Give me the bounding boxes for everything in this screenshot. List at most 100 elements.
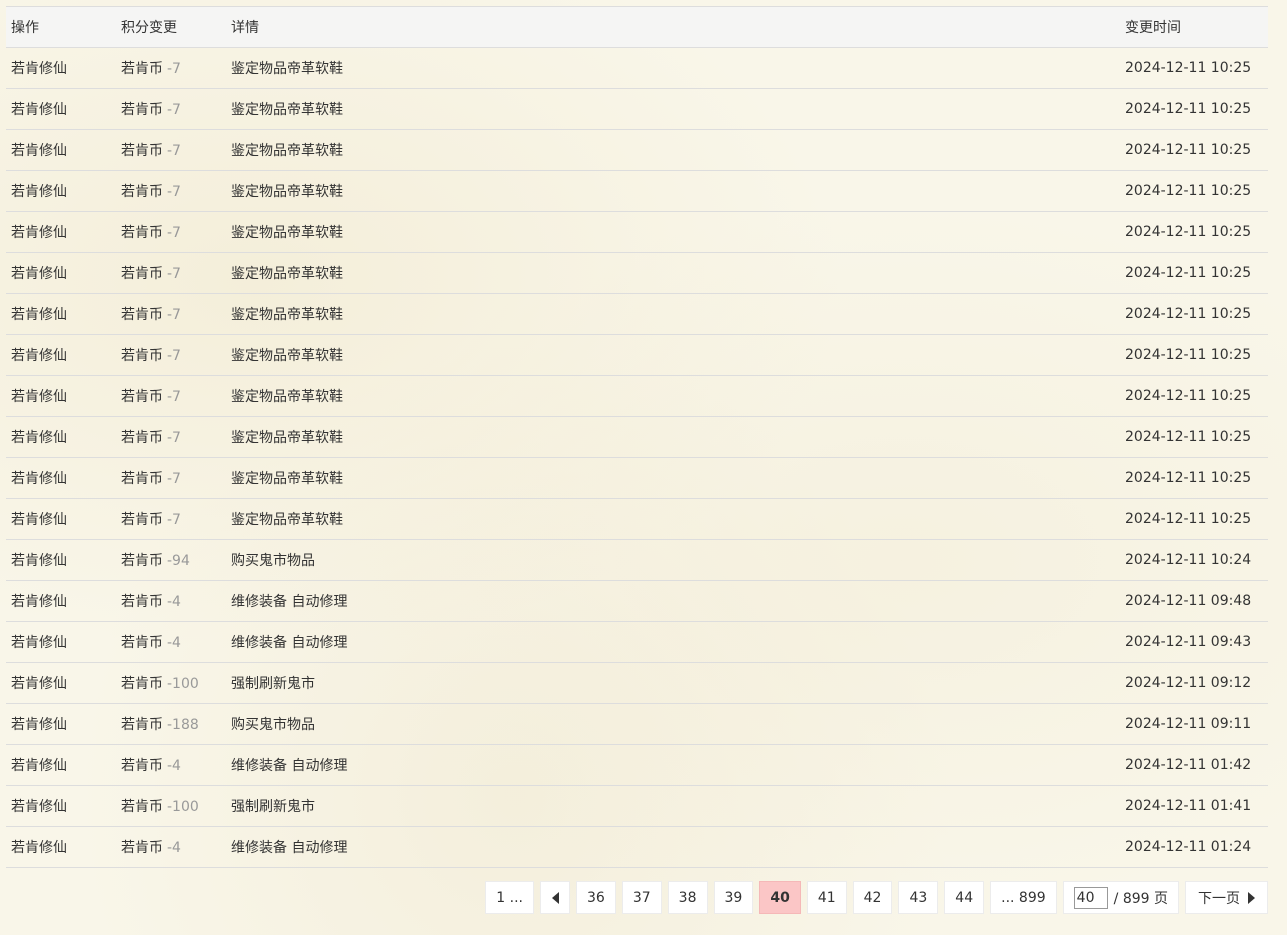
currency-name: 若肯币: [121, 717, 163, 733]
cell-points-change: 若肯币 -94: [116, 539, 226, 581]
currency-name: 若肯币: [121, 184, 163, 200]
cell-change-time: 2024-12-11 10:25: [1120, 375, 1268, 417]
cell-change-time: 2024-12-11 09:12: [1120, 662, 1268, 704]
page-number-button[interactable]: 38: [667, 881, 708, 914]
cell-points-change: 若肯币 -4: [116, 621, 226, 663]
currency-name: 若肯币: [121, 389, 163, 405]
page-first-button[interactable]: 1 ...: [485, 881, 535, 914]
cell-action: 若肯修仙: [6, 580, 116, 622]
cell-change-time: 2024-12-11 10:25: [1120, 252, 1268, 294]
cell-change-time: 2024-12-11 10:25: [1120, 211, 1268, 253]
table-row: 若肯修仙 若肯币 -100 强制刷新鬼市 2024-12-11 09:12: [6, 662, 1268, 704]
cell-detail: 鉴定物品帝革软鞋: [226, 129, 1120, 171]
table-row: 若肯修仙 若肯币 -7 鉴定物品帝革软鞋 2024-12-11 10:25: [6, 170, 1268, 212]
currency-name: 若肯币: [121, 840, 163, 856]
cell-action: 若肯修仙: [6, 375, 116, 417]
cell-points-change: 若肯币 -100: [116, 785, 226, 827]
cell-detail: 购买鬼市物品: [226, 703, 1120, 745]
cell-action: 若肯修仙: [6, 498, 116, 540]
cell-points-change: 若肯币 -7: [116, 375, 226, 417]
cell-points-change: 若肯币 -188: [116, 703, 226, 745]
cell-detail: 鉴定物品帝革软鞋: [226, 211, 1120, 253]
header-points-change: 积分变更: [116, 7, 226, 48]
cell-action: 若肯修仙: [6, 252, 116, 294]
cell-change-time: 2024-12-11 10:25: [1120, 47, 1268, 89]
page-jump-input[interactable]: [1073, 886, 1108, 909]
cell-action: 若肯修仙: [6, 211, 116, 253]
cell-action: 若肯修仙: [6, 457, 116, 499]
cell-points-change: 若肯币 -7: [116, 252, 226, 294]
points-delta: -4: [167, 594, 181, 610]
page-number-button[interactable]: 37: [621, 881, 662, 914]
page-number-button[interactable]: 41: [806, 881, 847, 914]
cell-change-time: 2024-12-11 09:11: [1120, 703, 1268, 745]
page-prev-button[interactable]: [540, 881, 571, 914]
table-row: 若肯修仙 若肯币 -94 购买鬼市物品 2024-12-11 10:24: [6, 539, 1268, 581]
currency-name: 若肯币: [121, 676, 163, 692]
header-action: 操作: [6, 7, 116, 48]
cell-detail: 鉴定物品帝革软鞋: [226, 457, 1120, 499]
table-row: 若肯修仙 若肯币 -7 鉴定物品帝革软鞋 2024-12-11 10:25: [6, 293, 1268, 335]
points-delta: -7: [167, 348, 181, 364]
cell-detail: 维修装备 自动修理: [226, 826, 1120, 868]
currency-name: 若肯币: [121, 471, 163, 487]
triangle-left-icon: [551, 891, 559, 904]
cell-points-change: 若肯币 -7: [116, 498, 226, 540]
header-detail: 详情: [226, 7, 1120, 48]
cell-points-change: 若肯币 -7: [116, 457, 226, 499]
page-next-button[interactable]: 下一页: [1185, 881, 1268, 914]
points-delta: -7: [167, 184, 181, 200]
cell-points-change: 若肯币 -7: [116, 211, 226, 253]
page-number-button[interactable]: 42: [852, 881, 893, 914]
currency-name: 若肯币: [121, 348, 163, 364]
pagination: 1 ... 363738394041424344 ... 899 / 899 页…: [485, 881, 1268, 914]
currency-name: 若肯币: [121, 61, 163, 77]
currency-name: 若肯币: [121, 225, 163, 241]
currency-name: 若肯币: [121, 430, 163, 446]
table-row: 若肯修仙 若肯币 -7 鉴定物品帝革软鞋 2024-12-11 10:25: [6, 252, 1268, 294]
page-number-button[interactable]: 36: [576, 881, 616, 914]
cell-points-change: 若肯币 -7: [116, 170, 226, 212]
points-delta: -94: [167, 553, 190, 569]
cell-change-time: 2024-12-11 10:25: [1120, 170, 1268, 212]
table-row: 若肯修仙 若肯币 -4 维修装备 自动修理 2024-12-11 09:43: [6, 621, 1268, 663]
cell-detail: 购买鬼市物品: [226, 539, 1120, 581]
page-number-button[interactable]: 44: [944, 881, 985, 914]
cell-action: 若肯修仙: [6, 744, 116, 786]
cell-action: 若肯修仙: [6, 293, 116, 335]
points-delta: -7: [167, 471, 181, 487]
cell-change-time: 2024-12-11 10:24: [1120, 539, 1268, 581]
page-jump-box: / 899 页: [1062, 881, 1179, 914]
cell-change-time: 2024-12-11 10:25: [1120, 129, 1268, 171]
cell-action: 若肯修仙: [6, 703, 116, 745]
points-log-table: 操作 积分变更 详情 变更时间 若肯修仙 若肯币 -7 鉴定物品帝革软鞋 2024-12…: [6, 7, 1268, 868]
cell-detail: 鉴定物品帝革软鞋: [226, 498, 1120, 540]
page-number-button[interactable]: 43: [898, 881, 939, 914]
cell-detail: 维修装备 自动修理: [226, 744, 1120, 786]
cell-points-change: 若肯币 -4: [116, 744, 226, 786]
page-number-button[interactable]: 39: [713, 881, 754, 914]
cell-points-change: 若肯币 -100: [116, 662, 226, 704]
currency-name: 若肯币: [121, 512, 163, 528]
currency-name: 若肯币: [121, 102, 163, 118]
cell-action: 若肯修仙: [6, 826, 116, 868]
triangle-right-icon: [1248, 891, 1255, 904]
cell-points-change: 若肯币 -4: [116, 826, 226, 868]
points-delta: -7: [167, 225, 181, 241]
cell-detail: 鉴定物品帝革软鞋: [226, 416, 1120, 458]
points-delta: -100: [167, 799, 199, 815]
currency-name: 若肯币: [121, 635, 163, 651]
cell-action: 若肯修仙: [6, 88, 116, 130]
cell-detail: 鉴定物品帝革软鞋: [226, 293, 1120, 335]
table-row: 若肯修仙 若肯币 -4 维修装备 自动修理 2024-12-11 09:48: [6, 580, 1268, 622]
page-last-button[interactable]: ... 899: [990, 881, 1057, 914]
table-row: 若肯修仙 若肯币 -4 维修装备 自动修理 2024-12-11 01:24: [6, 826, 1268, 868]
points-delta: -7: [167, 143, 181, 159]
table-row: 若肯修仙 若肯币 -7 鉴定物品帝革软鞋 2024-12-11 10:25: [6, 88, 1268, 130]
table-row: 若肯修仙 若肯币 -4 维修装备 自动修理 2024-12-11 01:42: [6, 744, 1268, 786]
table-row: 若肯修仙 若肯币 -7 鉴定物品帝革软鞋 2024-12-11 10:25: [6, 375, 1268, 417]
page-current-button[interactable]: 40: [759, 881, 801, 914]
cell-detail: 维修装备 自动修理: [226, 580, 1120, 622]
points-delta: -4: [167, 840, 181, 856]
cell-change-time: 2024-12-11 10:25: [1120, 457, 1268, 499]
